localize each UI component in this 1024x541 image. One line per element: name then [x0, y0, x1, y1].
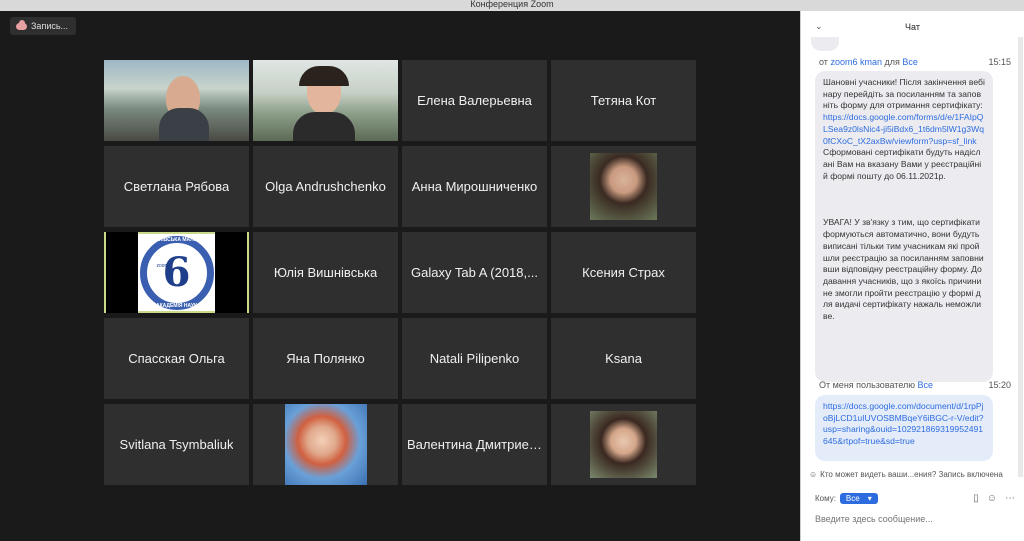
participant-tile[interactable]: Юлія Вишнівська [253, 232, 398, 313]
recipient-select[interactable]: Все ▾ [839, 493, 878, 504]
visibility-text: Кто может видеть ваши...ения? Запись вкл… [820, 470, 1003, 479]
chat-visibility-notice[interactable]: ☺ Кто может видеть ваши...ения? Запись в… [809, 470, 1003, 479]
video-area: Запись... Елена Валерьевна Тетяна Кот Св… [0, 11, 800, 541]
chevron-down-icon: ▾ [867, 494, 872, 503]
participant-tile[interactable]: Анна Мирошниченко [402, 146, 547, 227]
message-time: 15:20 [988, 380, 1011, 390]
recipient-row: Кому: Все ▾ ▯ ☺ ⋯ [815, 493, 1015, 504]
participant-tile-avatar[interactable] [253, 404, 398, 485]
file-icon[interactable]: ▯ [973, 493, 979, 504]
participant-tile[interactable]: Тетяна Кот [551, 60, 696, 141]
previous-message-stub [811, 37, 839, 51]
participant-tile[interactable]: Яна Полянко [253, 318, 398, 399]
logo-small-text: zoom [156, 262, 169, 269]
participant-avatar [590, 153, 657, 220]
logo-ring: КИЇВСЬКА МАЛА 6 АКАДЕМІЯ НАУК zoom [139, 235, 214, 310]
participant-name: Olga Andrushchenko [265, 179, 386, 194]
participant-tile-avatar[interactable] [551, 146, 696, 227]
people-icon: ☺ [809, 470, 818, 479]
recording-label: Запись... [31, 21, 69, 31]
message-bubble: Шановні учасники! Після закінчення вебін… [815, 71, 993, 382]
message-meta: От меня пользователю Все 15:20 [819, 380, 1011, 390]
participant-name: Galaxy Tab A (2018,... [411, 265, 538, 280]
message-from-prefix: От меня пользователю [819, 380, 916, 390]
participant-body [293, 112, 355, 141]
message-time: 15:15 [988, 57, 1011, 67]
participant-name: Ксения Страх [582, 265, 665, 280]
participant-tile[interactable]: Ksana [551, 318, 696, 399]
message-to-prefix: для [884, 57, 900, 67]
participant-tile[interactable]: Olga Andrushchenko [253, 146, 398, 227]
message-link[interactable]: https://docs.google.com/forms/d/e/1FAIpQ… [823, 112, 984, 145]
message-from-prefix: от [819, 57, 828, 67]
cloud-record-icon [16, 19, 27, 30]
participant-tile[interactable]: Валентина Дмитриевна [402, 404, 547, 485]
message-recipient[interactable]: Все [918, 380, 934, 390]
participant-body [159, 108, 209, 141]
participant-tile-logo-speaking[interactable]: КИЇВСЬКА МАЛА 6 АКАДЕМІЯ НАУК zoom [104, 232, 249, 313]
participant-tile[interactable]: Ксения Страх [551, 232, 696, 313]
participant-avatar [590, 411, 657, 478]
message-bubble-own: https://docs.google.com/document/d/1rpPj… [815, 395, 993, 461]
participant-tile[interactable]: Елена Валерьевна [402, 60, 547, 141]
window-title: Конференция Zoom [0, 0, 1024, 11]
chat-message-input[interactable] [815, 511, 1015, 527]
logo-bottom-text: АКАДЕМІЯ НАУК [155, 302, 198, 309]
participant-tile[interactable]: Galaxy Tab A (2018,... [402, 232, 547, 313]
participant-tile-avatar[interactable] [551, 404, 696, 485]
chat-scrollbar[interactable] [1018, 37, 1023, 477]
participant-name: Тетяна Кот [590, 93, 657, 108]
participant-video [253, 60, 398, 141]
participant-name: Яна Полянко [286, 351, 365, 366]
more-icon[interactable]: ⋯ [1005, 493, 1015, 504]
message-text: Шановні учасники! Після закінчення вебін… [823, 77, 986, 111]
message-text: Сформовані сертифікати будуть надіслані … [823, 147, 984, 322]
logo-digit: 6 [162, 248, 191, 296]
participant-name: Ksana [605, 351, 642, 366]
participant-grid: Елена Валерьевна Тетяна Кот Светлана Ряб… [104, 60, 696, 485]
academy-logo: КИЇВСЬКА МАЛА 6 АКАДЕМІЯ НАУК zoom [135, 232, 218, 313]
participant-name: Спасская Ольга [128, 351, 225, 366]
logo-top-text: КИЇВСЬКА МАЛА [155, 236, 198, 243]
chat-tools: ▯ ☺ ⋯ [973, 493, 1015, 504]
participant-video [104, 60, 249, 141]
participant-name: Natali Pilipenko [429, 351, 520, 366]
participant-name: Анна Мирошниченко [411, 179, 538, 194]
letterbox-right [215, 232, 247, 313]
participant-tile[interactable]: Спасская Ольга [104, 318, 249, 399]
recording-button[interactable]: Запись... [10, 17, 77, 35]
message-sender[interactable]: zoom6 kman [830, 57, 882, 67]
participant-name: Юлія Вишнівська [273, 265, 378, 280]
chat-title: Чат [905, 22, 920, 32]
message-recipient[interactable]: Все [902, 57, 918, 67]
letterbox-left [106, 232, 138, 313]
emoji-icon[interactable]: ☺ [987, 493, 997, 504]
participant-tile-video-2[interactable] [253, 60, 398, 141]
message-meta: от zoom6 kman для Все 15:15 [819, 57, 1011, 67]
participant-name: Елена Валерьевна [417, 93, 532, 108]
participant-tile[interactable]: Natali Pilipenko [402, 318, 547, 399]
message-link[interactable]: https://docs.google.com/document/d/1rpPj… [823, 401, 984, 446]
participant-hair [299, 66, 349, 86]
participant-tile[interactable]: Svitlana Tsymbaliuk [104, 404, 249, 485]
participant-tile-video-1[interactable] [104, 60, 249, 141]
participant-tile[interactable]: Светлана Рябова [104, 146, 249, 227]
participant-name: Светлана Рябова [123, 179, 230, 194]
participant-avatar [284, 404, 367, 485]
chevron-down-icon[interactable]: ⌄ [815, 21, 823, 32]
participant-name: Svitlana Tsymbaliuk [119, 437, 234, 452]
recipient-select-value: Все [845, 494, 860, 503]
to-label: Кому: [815, 494, 836, 503]
participant-name: Валентина Дмитриевна [407, 437, 542, 452]
chat-panel: ⌄ Чат от zoom6 kman для Все 15:15 Шановн… [800, 11, 1024, 541]
